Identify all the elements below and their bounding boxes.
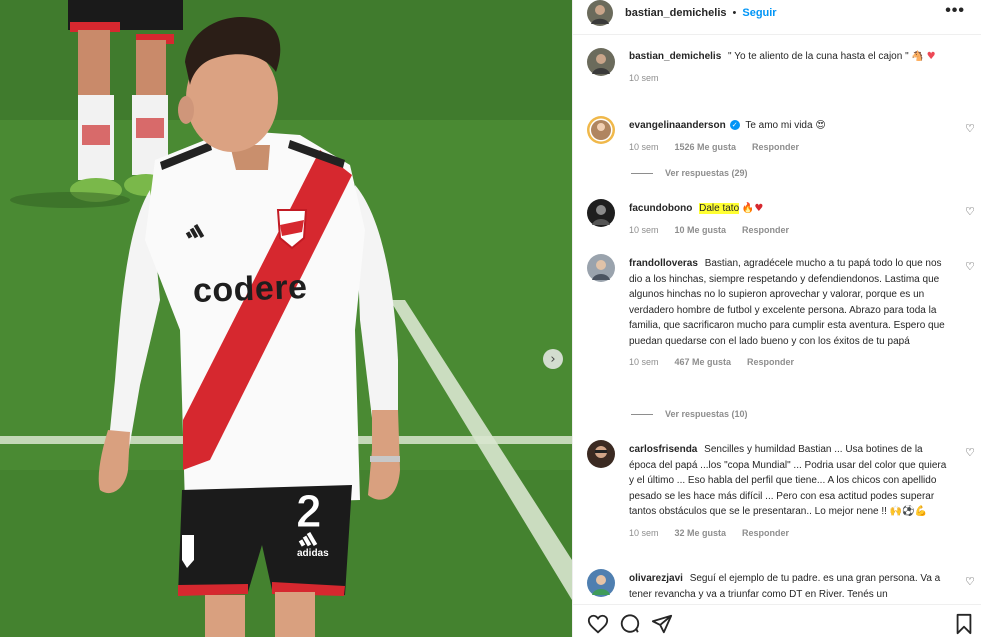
comment-meta: 10 sem 10 Me gusta Responder (629, 223, 949, 239)
comment-username[interactable]: facundobono (629, 203, 692, 214)
comment-text: Te amo mi vida (745, 120, 813, 131)
caption-username[interactable]: bastian_demichelis (629, 51, 721, 62)
avatar[interactable] (587, 48, 615, 76)
comment-username[interactable]: frandolloveras (629, 258, 698, 269)
comment-meta: 10 sem 32 Me gusta Responder (629, 526, 949, 542)
post-photo[interactable]: codere 2 adidas › (0, 0, 572, 637)
post-header: bastian_demichelis • Seguir ••• (573, 0, 981, 26)
caption-meta: 10 sem (629, 71, 949, 87)
comment-meta: 10 sem 467 Me gusta Responder (629, 355, 949, 371)
comment-time[interactable]: 10 sem (629, 355, 659, 371)
comment-username[interactable]: evangelinaanderson (629, 120, 726, 131)
view-replies-label: Ver respuestas (29) (665, 168, 748, 178)
header-divider (573, 34, 981, 35)
heart-icon[interactable]: ♡ (965, 122, 975, 135)
comment-likes[interactable]: 32 Me gusta (675, 526, 727, 542)
follow-button[interactable]: Seguir (742, 7, 776, 19)
shorts-brand: adidas (297, 548, 329, 559)
comment-time[interactable]: 10 sem (629, 140, 659, 156)
post-actions-bar (573, 604, 981, 637)
replies-line (631, 172, 653, 174)
comment-meta: 10 sem 1526 Me gusta Responder (629, 140, 949, 156)
reply-button[interactable]: Responder (742, 526, 789, 542)
view-replies-button[interactable]: Ver respuestas (29) (631, 168, 748, 178)
caption-time[interactable]: 10 sem (629, 71, 659, 87)
view-replies-label: Ver respuestas (10) (665, 409, 748, 419)
avatar[interactable] (587, 569, 615, 597)
comment-emoji: 🔥♥ (741, 203, 764, 214)
avatar[interactable] (587, 0, 613, 26)
comment-text: Dale tato (699, 203, 740, 214)
bookmark-icon[interactable] (953, 613, 975, 635)
comment-icon[interactable] (619, 613, 641, 635)
avatar[interactable] (587, 116, 615, 144)
next-photo-button[interactable]: › (543, 349, 563, 369)
comment-time[interactable]: 10 sem (629, 526, 659, 542)
replies-line (631, 413, 653, 415)
heart-icon[interactable] (587, 613, 609, 635)
jersey-number: 2 (296, 485, 323, 538)
more-icon[interactable]: ••• (945, 2, 965, 20)
comment-text: Bastian, agradécele mucho a tu papá todo… (629, 258, 945, 347)
separator-dot: • (732, 7, 737, 19)
avatar[interactable] (587, 440, 615, 468)
share-icon[interactable] (651, 613, 673, 635)
heart-icon[interactable]: ♡ (965, 446, 975, 459)
heart-icon[interactable]: ♡ (965, 575, 975, 588)
comment-username[interactable]: olivarezjavi (629, 573, 683, 584)
comment-emoji: 🙌⚽💪 (889, 506, 928, 517)
player-photo-illustration (0, 0, 572, 637)
heart-icon[interactable]: ♡ (965, 260, 975, 273)
comment-likes[interactable]: 1526 Me gusta (675, 140, 737, 156)
verified-icon: ✓ (729, 120, 740, 131)
comment-emoji: 😍 (815, 120, 826, 131)
caption-text: " Yo te aliento de la cuna hasta el cajo… (728, 51, 909, 62)
comment-time[interactable]: 10 sem (629, 223, 659, 239)
comment-likes[interactable]: 467 Me gusta (675, 355, 732, 371)
reply-button[interactable]: Responder (742, 223, 789, 239)
chevron-right-icon: › (550, 351, 556, 367)
reply-button[interactable]: Responder (752, 140, 799, 156)
caption-emoji: 🐴 (911, 51, 924, 62)
view-replies-button[interactable]: Ver respuestas (10) (631, 409, 748, 419)
jersey-sponsor: codere (192, 268, 309, 310)
comments-list[interactable]: bastian_demichelis " Yo te aliento de la… (573, 36, 981, 600)
comment-likes[interactable]: 10 Me gusta (675, 223, 727, 239)
reply-button[interactable]: Responder (747, 355, 794, 371)
avatar[interactable] (587, 254, 615, 282)
heart-icon[interactable]: ♡ (965, 205, 975, 218)
avatar[interactable] (587, 199, 615, 227)
post-side-panel: bastian_demichelis • Seguir ••• bastian_… (572, 0, 992, 637)
comment-username[interactable]: carlosfrisenda (629, 444, 697, 455)
post-author-username[interactable]: bastian_demichelis (625, 7, 727, 19)
heart-emoji: ♥ (926, 51, 936, 62)
